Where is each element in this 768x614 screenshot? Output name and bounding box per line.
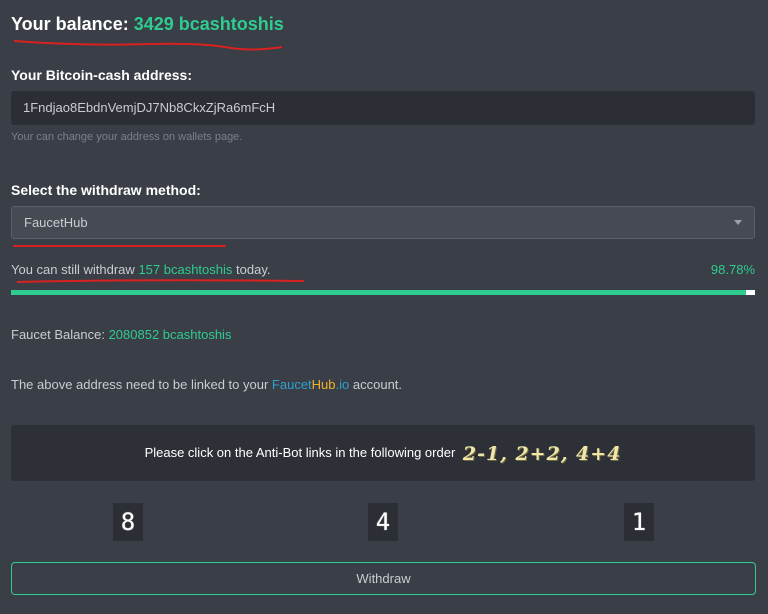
- antibot-link-3[interactable]: 1: [624, 503, 654, 541]
- select-underline-annotation: [13, 245, 226, 247]
- withdraw-limit-progress-bar: [11, 290, 755, 295]
- withdraw-button[interactable]: Withdraw: [11, 562, 756, 595]
- address-label: Your Bitcoin-cash address:: [11, 67, 193, 83]
- faucethub-brand-hub: Hub: [311, 377, 336, 392]
- faucet-balance-value: 2080852 bcashtoshis: [108, 327, 232, 342]
- faucethub-brand-io: .io: [335, 377, 350, 392]
- faucet-balance: Faucet Balance: 2080852 bcashtoshis: [11, 327, 231, 342]
- progress-fill: [11, 290, 746, 295]
- link-notice-prefix: The above address need to be linked to y…: [11, 377, 269, 392]
- antibot-instruction-text: Please click on the Anti-Bot links in th…: [144, 445, 456, 460]
- faucet-balance-label: Faucet Balance:: [11, 327, 105, 342]
- withdraw-method-label: Select the withdraw method:: [11, 182, 201, 198]
- antibot-link-2[interactable]: 4: [368, 503, 398, 541]
- chevron-down-icon: [734, 220, 742, 225]
- address-hint: Your can change your address on wallets …: [11, 131, 243, 143]
- antibot-order-captcha: 2-1, 2+2, 4+4: [462, 442, 622, 465]
- withdraw-page: Your balance: 3429 bcashtoshis Your Bitc…: [0, 0, 768, 614]
- withdraw-method-selected: FaucetHub: [24, 215, 88, 230]
- limit-underline-annotation: [16, 279, 305, 283]
- faucethub-link[interactable]: FaucetHub.io: [272, 377, 349, 392]
- link-notice-suffix: account.: [352, 377, 403, 392]
- withdraw-method-select[interactable]: FaucetHub: [11, 206, 755, 239]
- antibot-instructions-panel: Please click on the Anti-Bot links in th…: [11, 425, 755, 481]
- antibot-link-1[interactable]: 8: [113, 503, 143, 541]
- address-field[interactable]: 1Fndjao8EbdnVemjDJ7Nb8CkxZjRa6mFcH: [11, 91, 755, 125]
- withdraw-limit-percent: 98.78%: [710, 262, 755, 277]
- link-notice: The above address need to be linked to y…: [11, 377, 402, 392]
- balance-underline-annotation: [13, 40, 283, 51]
- faucethub-brand-faucet: Faucet: [271, 377, 312, 392]
